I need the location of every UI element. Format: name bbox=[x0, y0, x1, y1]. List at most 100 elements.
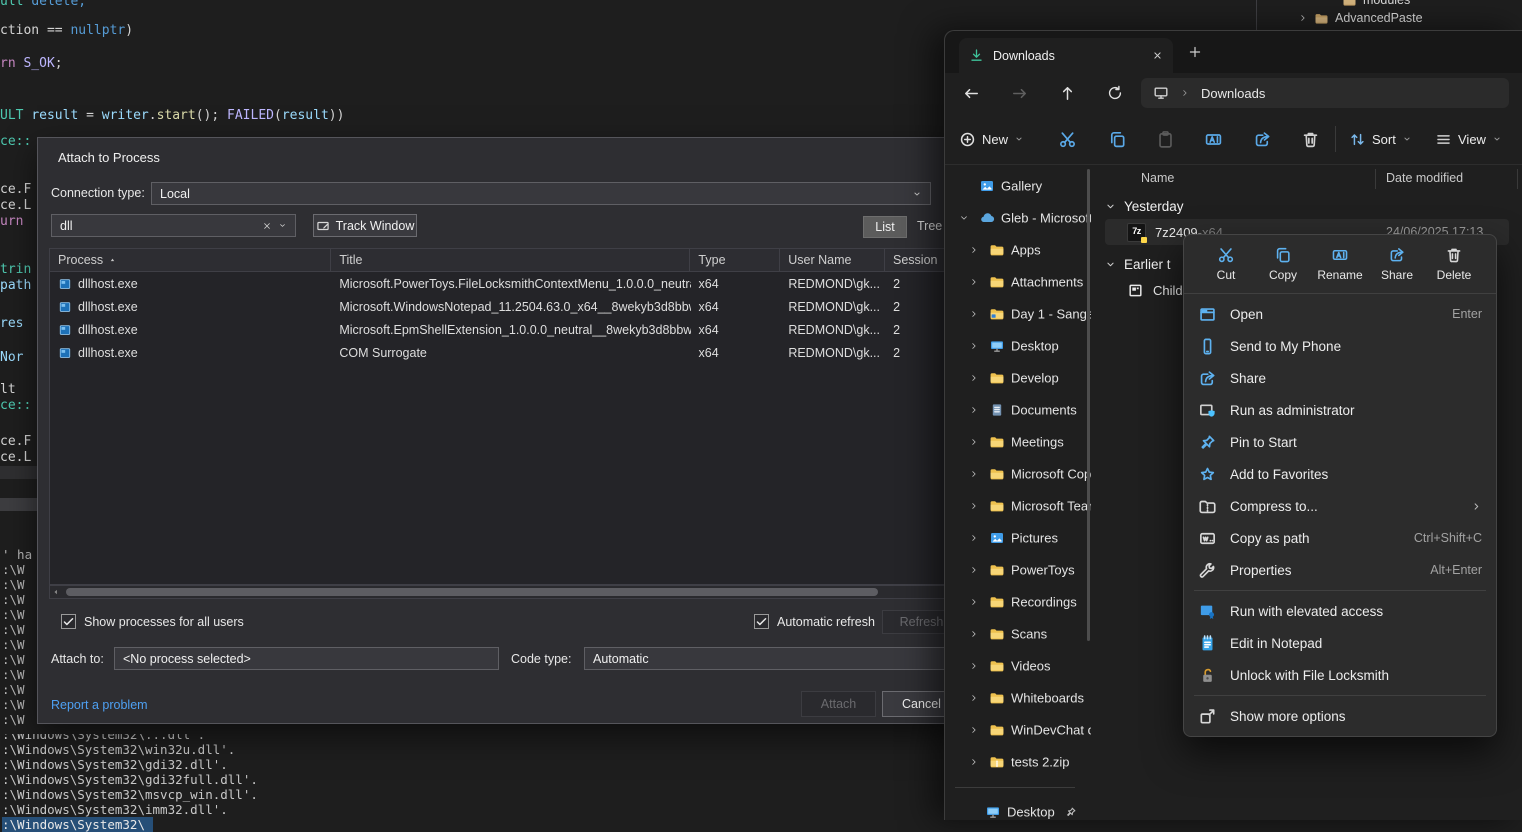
sidebar-item-pictures[interactable]: Pictures bbox=[945, 523, 1091, 553]
menu-item-run-as-administrator[interactable]: Run as administrator bbox=[1184, 394, 1496, 426]
menu-item-share[interactable]: Share bbox=[1184, 362, 1496, 394]
menu-item-add-to-favorites[interactable]: Add to Favorites bbox=[1184, 458, 1496, 490]
column-divider[interactable] bbox=[1517, 169, 1518, 189]
list-view-toggle[interactable]: List bbox=[863, 216, 907, 238]
chevron-right-icon[interactable] bbox=[969, 661, 979, 671]
scrollbar-thumb[interactable] bbox=[66, 588, 878, 596]
paste-button[interactable] bbox=[1147, 121, 1183, 157]
view-button[interactable]: View bbox=[1435, 121, 1502, 157]
sidebar-item-day-1-sangee[interactable]: Day 1 - Sangee bbox=[945, 299, 1091, 329]
tree-item-label[interactable]: AdvancedPaste bbox=[1335, 11, 1423, 25]
table-row[interactable]: dllhost.exeMicrosoft.EpmShellExtension_1… bbox=[50, 318, 944, 341]
menu-item-pin-to-start[interactable]: Pin to Start bbox=[1184, 426, 1496, 458]
chevron-right-icon[interactable] bbox=[969, 597, 979, 607]
sidebar-item-scans[interactable]: Scans bbox=[945, 619, 1091, 649]
scrollbar[interactable] bbox=[1256, 0, 1257, 30]
column-divider[interactable] bbox=[1375, 169, 1376, 189]
quick-action-share[interactable]: Share bbox=[1371, 246, 1423, 282]
this-pc-icon[interactable] bbox=[1153, 85, 1169, 101]
column-header-session[interactable]: Session bbox=[885, 249, 944, 271]
column-header-title[interactable]: Title bbox=[331, 249, 690, 271]
sidebar-item-videos[interactable]: Videos bbox=[945, 651, 1091, 681]
table-row[interactable]: dllhost.exeMicrosoft.WindowsNotepad_11.2… bbox=[50, 295, 944, 318]
new-button[interactable]: New bbox=[959, 121, 1024, 157]
table-row[interactable]: dllhost.exeMicrosoft.PowerToys.FileLocks… bbox=[50, 272, 944, 295]
chevron-right-icon[interactable] bbox=[969, 309, 979, 319]
menu-item-send-to-my-phone[interactable]: Send to My Phone bbox=[1184, 330, 1496, 362]
column-header-type[interactable]: Type bbox=[690, 249, 780, 271]
menu-item-compress-to[interactable]: Compress to... bbox=[1184, 490, 1496, 522]
menu-item-open[interactable]: OpenEnter bbox=[1184, 298, 1496, 330]
chevron-right-icon[interactable] bbox=[969, 565, 979, 575]
chevron-right-icon[interactable] bbox=[969, 341, 979, 351]
chevron-right-icon[interactable] bbox=[969, 277, 979, 287]
group-header-earlier[interactable]: Earlier t bbox=[1105, 251, 1171, 277]
chevron-right-icon[interactable] bbox=[969, 405, 979, 415]
connection-type-select[interactable]: Local bbox=[151, 182, 931, 205]
track-window-button[interactable]: Track Window bbox=[313, 214, 417, 237]
attach-button[interactable]: Attach bbox=[801, 691, 876, 717]
chevron-right-icon[interactable] bbox=[969, 757, 979, 767]
column-header-process[interactable]: Process bbox=[50, 249, 331, 271]
sidebar-item-gallery[interactable]: Gallery bbox=[945, 171, 1091, 201]
sidebar-item-attachments[interactable]: Attachments bbox=[945, 267, 1091, 297]
show-all-users-checkbox[interactable] bbox=[61, 614, 76, 629]
breadcrumb[interactable]: Downloads bbox=[1201, 86, 1265, 101]
column-header-user[interactable]: User Name bbox=[780, 249, 885, 271]
sidebar-scrollbar[interactable] bbox=[1087, 169, 1090, 641]
attach-to-field[interactable]: <No process selected> bbox=[114, 647, 499, 670]
tree-view-toggle[interactable]: Tree bbox=[917, 219, 942, 233]
rename-button[interactable] bbox=[1195, 121, 1231, 157]
chevron-right-icon[interactable] bbox=[969, 725, 979, 735]
sidebar-item-powertoys[interactable]: PowerToys bbox=[945, 555, 1091, 585]
menu-item-unlock-with-file-locksmith[interactable]: Unlock with File Locksmith bbox=[1184, 659, 1496, 691]
report-problem-link[interactable]: Report a problem bbox=[51, 698, 148, 712]
sidebar-item-develop[interactable]: Develop bbox=[945, 363, 1091, 393]
clear-filter-icon[interactable] bbox=[262, 221, 272, 231]
column-header-name[interactable]: Name bbox=[1141, 171, 1174, 185]
sort-button[interactable]: Sort bbox=[1349, 121, 1412, 157]
quick-action-copy[interactable]: Copy bbox=[1257, 246, 1309, 282]
cut-button[interactable] bbox=[1049, 121, 1085, 157]
sidebar-item-gleb-microsoft[interactable]: Gleb - Microsoft bbox=[945, 203, 1091, 233]
sidebar-item-tests-2-zip[interactable]: tests 2.zip bbox=[945, 747, 1091, 777]
quick-action-rename[interactable]: Rename bbox=[1314, 246, 1366, 282]
code-type-field[interactable]: Automatic bbox=[584, 647, 961, 670]
sidebar-item-documents[interactable]: Documents bbox=[945, 395, 1091, 425]
menu-item-edit-in-notepad[interactable]: Edit in Notepad bbox=[1184, 627, 1496, 659]
chevron-right-icon[interactable] bbox=[969, 437, 979, 447]
chevron-right-icon[interactable] bbox=[969, 469, 979, 479]
sidebar-item-desktop[interactable]: Desktop bbox=[945, 331, 1091, 361]
scroll-left-arrow-icon[interactable] bbox=[51, 587, 61, 597]
menu-item-copy-as-path[interactable]: Copy as pathCtrl+Shift+C bbox=[1184, 522, 1496, 554]
close-tab-icon[interactable] bbox=[1152, 50, 1163, 61]
chevron-right-icon[interactable] bbox=[969, 501, 979, 511]
chevron-down-icon[interactable] bbox=[278, 221, 287, 230]
tree-item-label[interactable]: modules bbox=[1363, 0, 1410, 7]
sidebar-item-windevchat-c[interactable]: WinDevChat c bbox=[945, 715, 1091, 745]
chevron-down-icon[interactable] bbox=[1105, 201, 1116, 212]
share-button[interactable] bbox=[1244, 121, 1280, 157]
forward-button[interactable] bbox=[1007, 81, 1031, 105]
menu-item-show-more-options[interactable]: Show more options bbox=[1184, 700, 1496, 732]
menu-item-run-with-elevated-access[interactable]: Run with elevated access bbox=[1184, 595, 1496, 627]
sidebar-item-desktop-pinned[interactable]: Desktop bbox=[945, 797, 1091, 820]
sidebar-item-apps[interactable]: Apps bbox=[945, 235, 1091, 265]
delete-button[interactable] bbox=[1292, 121, 1328, 157]
new-tab-icon[interactable] bbox=[1188, 45, 1202, 59]
sidebar-item-whiteboards[interactable]: Whiteboards bbox=[945, 683, 1091, 713]
chevron-right-icon[interactable] bbox=[969, 373, 979, 383]
back-button[interactable] bbox=[959, 81, 983, 105]
copy-button[interactable] bbox=[1099, 121, 1135, 157]
sidebar-item-recordings[interactable]: Recordings bbox=[945, 587, 1091, 617]
menu-item-properties[interactable]: PropertiesAlt+Enter bbox=[1184, 554, 1496, 586]
chevron-down-icon[interactable] bbox=[1105, 259, 1116, 270]
up-button[interactable] bbox=[1055, 81, 1079, 105]
column-header-date-modified[interactable]: Date modified bbox=[1386, 171, 1463, 185]
sidebar-item-meetings[interactable]: Meetings bbox=[945, 427, 1091, 457]
quick-action-delete[interactable]: Delete bbox=[1428, 246, 1480, 282]
refresh-button[interactable] bbox=[1103, 81, 1127, 105]
chevron-right-icon[interactable] bbox=[969, 533, 979, 543]
horizontal-scrollbar[interactable] bbox=[49, 585, 945, 599]
table-row[interactable]: dllhost.exeCOM Surrogatex64REDMOND\gk...… bbox=[50, 341, 944, 364]
